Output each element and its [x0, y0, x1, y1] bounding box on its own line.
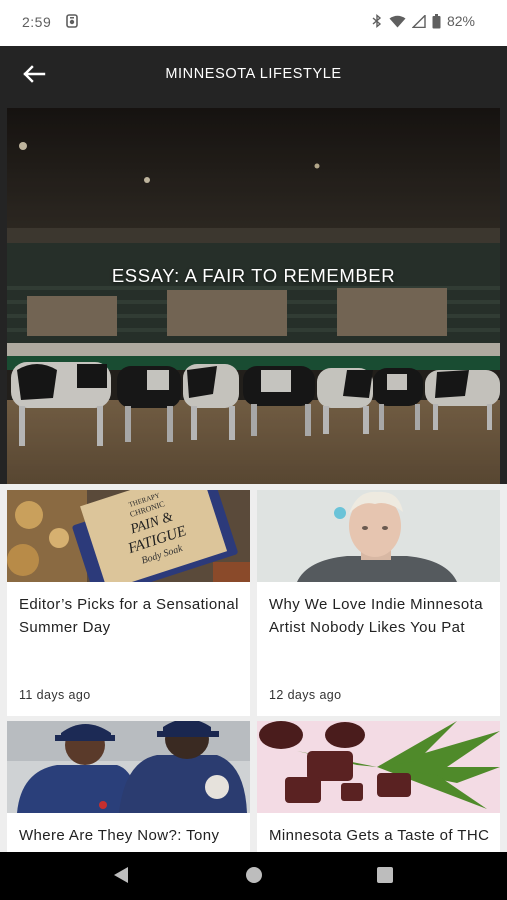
- status-bar: 2:59 82%: [0, 0, 507, 46]
- card-date: 12 days ago: [269, 688, 342, 702]
- signal-icon: [411, 14, 426, 28]
- system-nav-bar: [0, 852, 507, 900]
- notification-icon: [66, 14, 78, 28]
- nav-back-button[interactable]: [110, 866, 132, 888]
- article-card[interactable]: Why We Love Indie Minnesota Artist Nobod…: [257, 490, 500, 716]
- card-image: THERAPY CHRONIC PAIN & FATIGUE Body Soak: [7, 490, 250, 582]
- nav-recents-button[interactable]: [374, 866, 396, 888]
- hero-article[interactable]: ESSAY: A FAIR TO REMEMBER: [7, 108, 500, 484]
- status-time: 2:59: [22, 14, 52, 30]
- card-title: Minnesota Gets a Taste of THC: [269, 827, 490, 844]
- card-image: [257, 490, 500, 582]
- wifi-icon: [389, 15, 406, 28]
- page-title: MINNESOTA LIFESTYLE: [165, 66, 342, 82]
- battery-icon: [432, 13, 441, 29]
- article-card[interactable]: THERAPY CHRONIC PAIN & FATIGUE Body Soak…: [7, 490, 250, 716]
- app-bar: MINNESOTA LIFESTYLE: [0, 46, 507, 104]
- card-image: [7, 721, 250, 813]
- battery-percent: 82%: [446, 13, 475, 29]
- nav-home-button[interactable]: [243, 866, 265, 888]
- triangle-back-icon: [112, 866, 130, 889]
- article-grid: THERAPY CHRONIC PAIN & FATIGUE Body Soak…: [0, 484, 507, 852]
- card-title: Why We Love Indie Minnesota Artist Nobod…: [269, 596, 483, 636]
- circle-home-icon: [245, 866, 263, 889]
- card-date: 11 days ago: [19, 688, 91, 702]
- article-card[interactable]: Where Are They Now?: Tony Oliva: [7, 721, 250, 852]
- article-card[interactable]: Minnesota Gets a Taste of THC: [257, 721, 500, 852]
- square-recents-icon: [376, 866, 394, 889]
- article-feed[interactable]: ESSAY: A FAIR TO REMEMBER THERAPY CHRONI…: [0, 104, 507, 852]
- card-title: Where Are They Now?: Tony Oliva: [19, 827, 220, 852]
- card-title: Editor’s Picks for a Sensational Summer …: [19, 596, 239, 636]
- hero-title: ESSAY: A FAIR TO REMEMBER: [111, 265, 396, 286]
- card-image: [257, 721, 500, 813]
- status-icons: 82%: [371, 13, 475, 29]
- bluetooth-icon: [371, 14, 383, 28]
- hero-image: [7, 108, 500, 484]
